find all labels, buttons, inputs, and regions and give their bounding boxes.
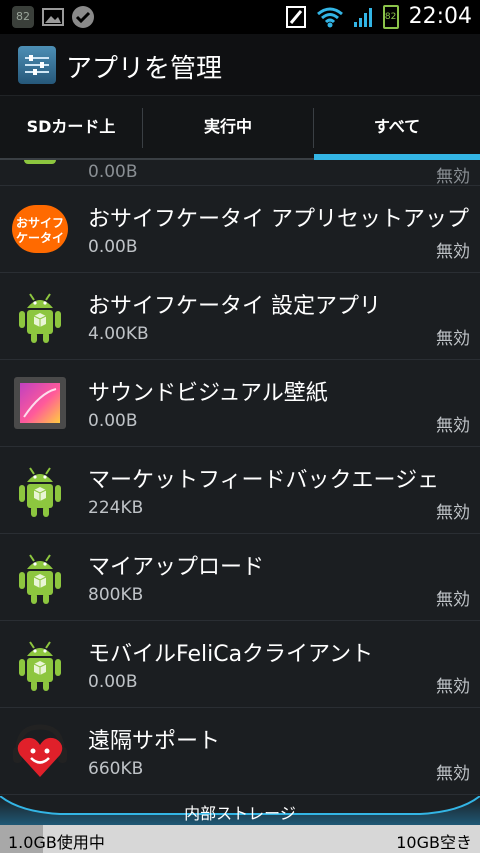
wifi-icon	[316, 7, 343, 27]
tab-all[interactable]: すべて	[314, 96, 480, 158]
svg-text:ケータイ: ケータイ	[16, 231, 64, 245]
list-item[interactable]: マーケットフィードバックエージェ 224KB 無効	[0, 448, 480, 534]
list-item[interactable]: サウンドビジュアル壁紙 0.00B 無効	[0, 361, 480, 447]
android-icon	[24, 160, 56, 164]
battery-notification-icon: 82	[12, 6, 34, 28]
svg-text:おサイフ: おサイフ	[16, 216, 64, 230]
page-title: アプリを管理	[66, 54, 223, 84]
list-item[interactable]: おサイフ ケータイ おサイフケータイ アプリセットアップ 0.00B 無効	[0, 187, 480, 273]
app-list[interactable]: 0.00B 無効 おサイフ ケータイ おサイフケータイ アプリセットアップ 0.…	[0, 160, 480, 800]
support-icon	[13, 724, 67, 777]
app-status: 無効	[436, 503, 470, 523]
app-size: 660KB	[88, 759, 144, 779]
app-name: 遠隔サポート	[88, 729, 221, 754]
app-name: おサイフケータイ 設定アプリ	[88, 294, 381, 319]
app-size: 800KB	[88, 585, 144, 605]
nfc-icon	[285, 5, 306, 28]
signal-icon	[353, 7, 372, 27]
app-size: 0.00B	[88, 237, 138, 257]
app-name: おサイフケータイ アプリセットアップ	[88, 207, 469, 232]
tab-sd-card[interactable]: SDカード上	[0, 96, 142, 158]
list-item[interactable]: モバイルFeliCaクライアント 0.00B 無効	[0, 622, 480, 708]
check-icon	[72, 6, 94, 28]
app-size: 0.00B	[88, 411, 138, 431]
app-size: 4.00KB	[88, 324, 149, 344]
action-bar: アプリを管理	[0, 34, 480, 96]
app-name: マイアップロード	[88, 555, 265, 580]
storage-bar: 1.0GB使用中 10GB空き	[0, 825, 480, 853]
app-status: 無効	[436, 329, 470, 349]
list-item[interactable]: おサイフケータイ 設定アプリ 4.00KB 無効	[0, 274, 480, 360]
battery-icon: 82	[382, 4, 399, 29]
status-bar: 82 82 22:04	[0, 0, 480, 34]
android-icon	[19, 554, 61, 604]
app-size: 224KB	[88, 498, 144, 518]
app-status: 無効	[436, 416, 470, 436]
list-item[interactable]: 遠隔サポート 660KB 無効	[0, 709, 480, 795]
android-icon	[19, 293, 61, 343]
wallpaper-icon	[14, 377, 66, 429]
app-name: モバイルFeliCaクライアント	[88, 642, 374, 667]
app-status: 無効	[436, 590, 470, 610]
storage-label: 内部ストレージ	[184, 804, 296, 823]
list-item[interactable]: 0.00B 無効	[0, 160, 480, 187]
list-item[interactable]: マイアップロード 800KB 無効	[0, 535, 480, 621]
tab-running[interactable]: 実行中	[143, 96, 313, 158]
settings-app-icon[interactable]	[18, 46, 56, 84]
app-size: 0.00B	[88, 162, 138, 182]
app-status: 無効	[436, 242, 470, 262]
notification-icons: 82	[12, 6, 94, 28]
tab-bar: SDカード上 実行中 すべて	[0, 96, 480, 160]
picture-icon	[42, 8, 64, 26]
app-status: 無効	[436, 764, 470, 784]
app-status: 無効	[436, 167, 470, 187]
android-icon	[19, 467, 61, 517]
system-icons: 82 22:04	[285, 4, 472, 29]
app-size: 0.00B	[88, 672, 138, 692]
app-name: サウンドビジュアル壁紙	[88, 381, 328, 406]
storage-free-text: 10GB空き	[396, 833, 472, 852]
storage-used-text: 1.0GB使用中	[8, 833, 105, 852]
app-name: マーケットフィードバックエージェ	[88, 468, 440, 493]
app-status: 無効	[436, 677, 470, 697]
osaifu-icon: おサイフ ケータイ	[10, 199, 70, 259]
android-icon	[19, 641, 61, 691]
clock: 22:04	[408, 4, 472, 29]
